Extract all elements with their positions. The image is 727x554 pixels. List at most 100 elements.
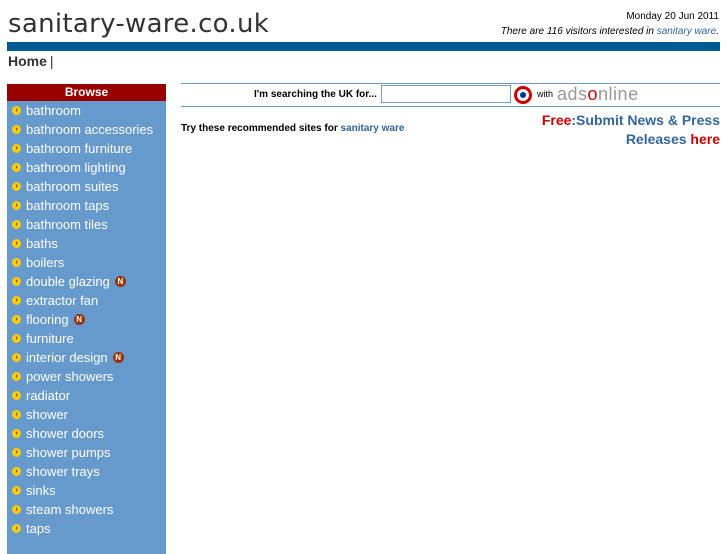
sidebar-item-label: bathroom suites <box>26 179 119 194</box>
nav-home-link[interactable]: Home <box>8 53 47 69</box>
with-label: with <box>537 89 554 99</box>
sidebar-item-label: bathroom <box>26 103 81 118</box>
sidebar-item-label: bathroom taps <box>26 198 110 213</box>
sidebar-item-label: double glazing <box>26 274 110 289</box>
sidebar-item-label: extractor fan <box>26 293 99 308</box>
sidebar-item[interactable]: › bathroom lighting <box>7 158 166 177</box>
site-title[interactable]: sanitary-ware.co.uk <box>8 9 269 39</box>
sidebar-item[interactable]: › bathroom tiles <box>7 215 166 234</box>
sidebar-item[interactable]: › shower pumps <box>7 443 166 462</box>
sidebar-item-label: shower doors <box>26 426 105 441</box>
sidebar-item[interactable]: › baths <box>7 234 166 253</box>
press-release-link[interactable]: Free:Submit News & Press Releases here <box>520 111 720 149</box>
arrow-icon: › <box>12 429 21 438</box>
arrow-icon: › <box>12 220 21 229</box>
date-text: Monday 20 Jun 2011 <box>626 11 719 22</box>
new-badge: N <box>114 276 126 287</box>
sidebar-item-label: interior design <box>26 350 108 365</box>
new-badge: N <box>112 352 124 363</box>
arrow-icon: › <box>12 372 21 381</box>
sidebar-item[interactable]: › double glazing N <box>7 272 166 291</box>
sidebar-item-label: shower trays <box>26 464 100 479</box>
visitors-prefix: There are 116 visitors interested in <box>500 26 654 37</box>
visitors-link[interactable]: sanitary ware <box>657 26 716 37</box>
arrow-icon: › <box>12 315 21 324</box>
sidebar-item[interactable]: › shower doors <box>7 424 166 443</box>
recommend-link[interactable]: sanitary ware <box>341 123 405 134</box>
sidebar-item[interactable]: › boilers <box>7 253 166 272</box>
arrow-icon: › <box>12 163 21 172</box>
visitors-suffix: . <box>716 26 719 37</box>
arrow-icon: › <box>12 106 21 115</box>
sidebar-item[interactable]: › shower <box>7 405 166 424</box>
arrow-icon: › <box>12 448 21 457</box>
sidebar-item-label: steam showers <box>26 502 114 517</box>
sidebar-item[interactable]: › extractor fan <box>7 291 166 310</box>
sidebar-item-label: taps <box>26 521 51 536</box>
recommend-text: Try these recommended sites for sanitary… <box>181 123 404 134</box>
press-here-link[interactable]: here <box>690 131 720 147</box>
arrow-icon: › <box>12 391 21 400</box>
sidebar-item-label: flooring <box>26 312 69 327</box>
sidebar-item[interactable]: › steam showers <box>7 500 166 519</box>
nav-bar: Home | <box>8 53 54 69</box>
search-input[interactable] <box>381 85 511 103</box>
visitors-text: There are 116 visitors interested in san… <box>501 26 719 37</box>
sidebar-item-label: bathroom lighting <box>26 160 126 175</box>
sidebar-item-label: boilers <box>26 255 65 270</box>
sidebar-item[interactable]: › bathroom taps <box>7 196 166 215</box>
sidebar-item[interactable]: › bathroom furniture <box>7 139 166 158</box>
sidebar-item-label: bathroom tiles <box>26 217 108 232</box>
arrow-icon: › <box>12 353 21 362</box>
sidebar-item[interactable]: › bathroom <box>7 101 166 120</box>
arrow-icon: › <box>12 486 21 495</box>
arrow-icon: › <box>12 277 21 286</box>
sidebar-item-label: bathroom accessories <box>26 122 154 137</box>
arrow-icon: › <box>12 125 21 134</box>
sidebar-item-label: furniture <box>26 331 74 346</box>
sidebar-item[interactable]: › power showers <box>7 367 166 386</box>
logo-ads: ads <box>557 84 588 104</box>
sidebar-item[interactable]: › bathroom suites <box>7 177 166 196</box>
sidebar-item-label: radiator <box>26 388 71 403</box>
sidebar-item-label: shower pumps <box>26 445 111 460</box>
sidebar-item-label: sinks <box>26 483 56 498</box>
search-target-icon[interactable] <box>514 86 532 104</box>
sidebar-item-label: shower <box>26 407 68 422</box>
sidebar-item[interactable]: › taps <box>7 519 166 538</box>
nav-separator: | <box>49 53 54 69</box>
sidebar-heading: Browse <box>7 84 166 101</box>
arrow-icon: › <box>12 258 21 267</box>
sidebar-item[interactable]: › interior design N <box>7 348 166 367</box>
arrow-icon: › <box>12 182 21 191</box>
logo-o: o <box>587 84 599 104</box>
arrow-icon: › <box>12 296 21 305</box>
sidebar-item[interactable]: › radiator <box>7 386 166 405</box>
sidebar-item[interactable]: › shower trays <box>7 462 166 481</box>
sidebar-item[interactable]: › flooring N <box>7 310 166 329</box>
adsonline-logo[interactable]: adsonline <box>557 84 639 105</box>
sidebar-item-label: baths <box>26 236 58 251</box>
arrow-icon: › <box>12 239 21 248</box>
arrow-icon: › <box>12 144 21 153</box>
sidebar-item-label: bathroom furniture <box>26 141 133 156</box>
search-bar: I'm searching the UK for... with adsonli… <box>181 83 720 107</box>
search-label: I'm searching the UK for... <box>254 89 377 100</box>
sidebar-item-label: power showers <box>26 369 114 384</box>
recommend-prefix: Try these recommended sites for <box>181 123 338 134</box>
top-bar <box>7 42 720 51</box>
arrow-icon: › <box>12 201 21 210</box>
logo-nline: nline <box>598 84 639 104</box>
sidebar: Browse › bathroom › bathroom accessories › ba… <box>7 84 166 554</box>
arrow-icon: › <box>12 467 21 476</box>
sidebar-list: › bathroom › bathroom accessories › bathroom … <box>7 101 166 538</box>
sidebar-item[interactable]: › sinks <box>7 481 166 500</box>
arrow-icon: › <box>12 334 21 343</box>
arrow-icon: › <box>12 505 21 514</box>
press-free: Free <box>541 112 572 128</box>
arrow-icon: › <box>12 524 21 533</box>
sidebar-item[interactable]: › furniture <box>7 329 166 348</box>
sidebar-item[interactable]: › bathroom accessories <box>7 120 166 139</box>
arrow-icon: › <box>12 410 21 419</box>
new-badge: N <box>73 314 85 325</box>
